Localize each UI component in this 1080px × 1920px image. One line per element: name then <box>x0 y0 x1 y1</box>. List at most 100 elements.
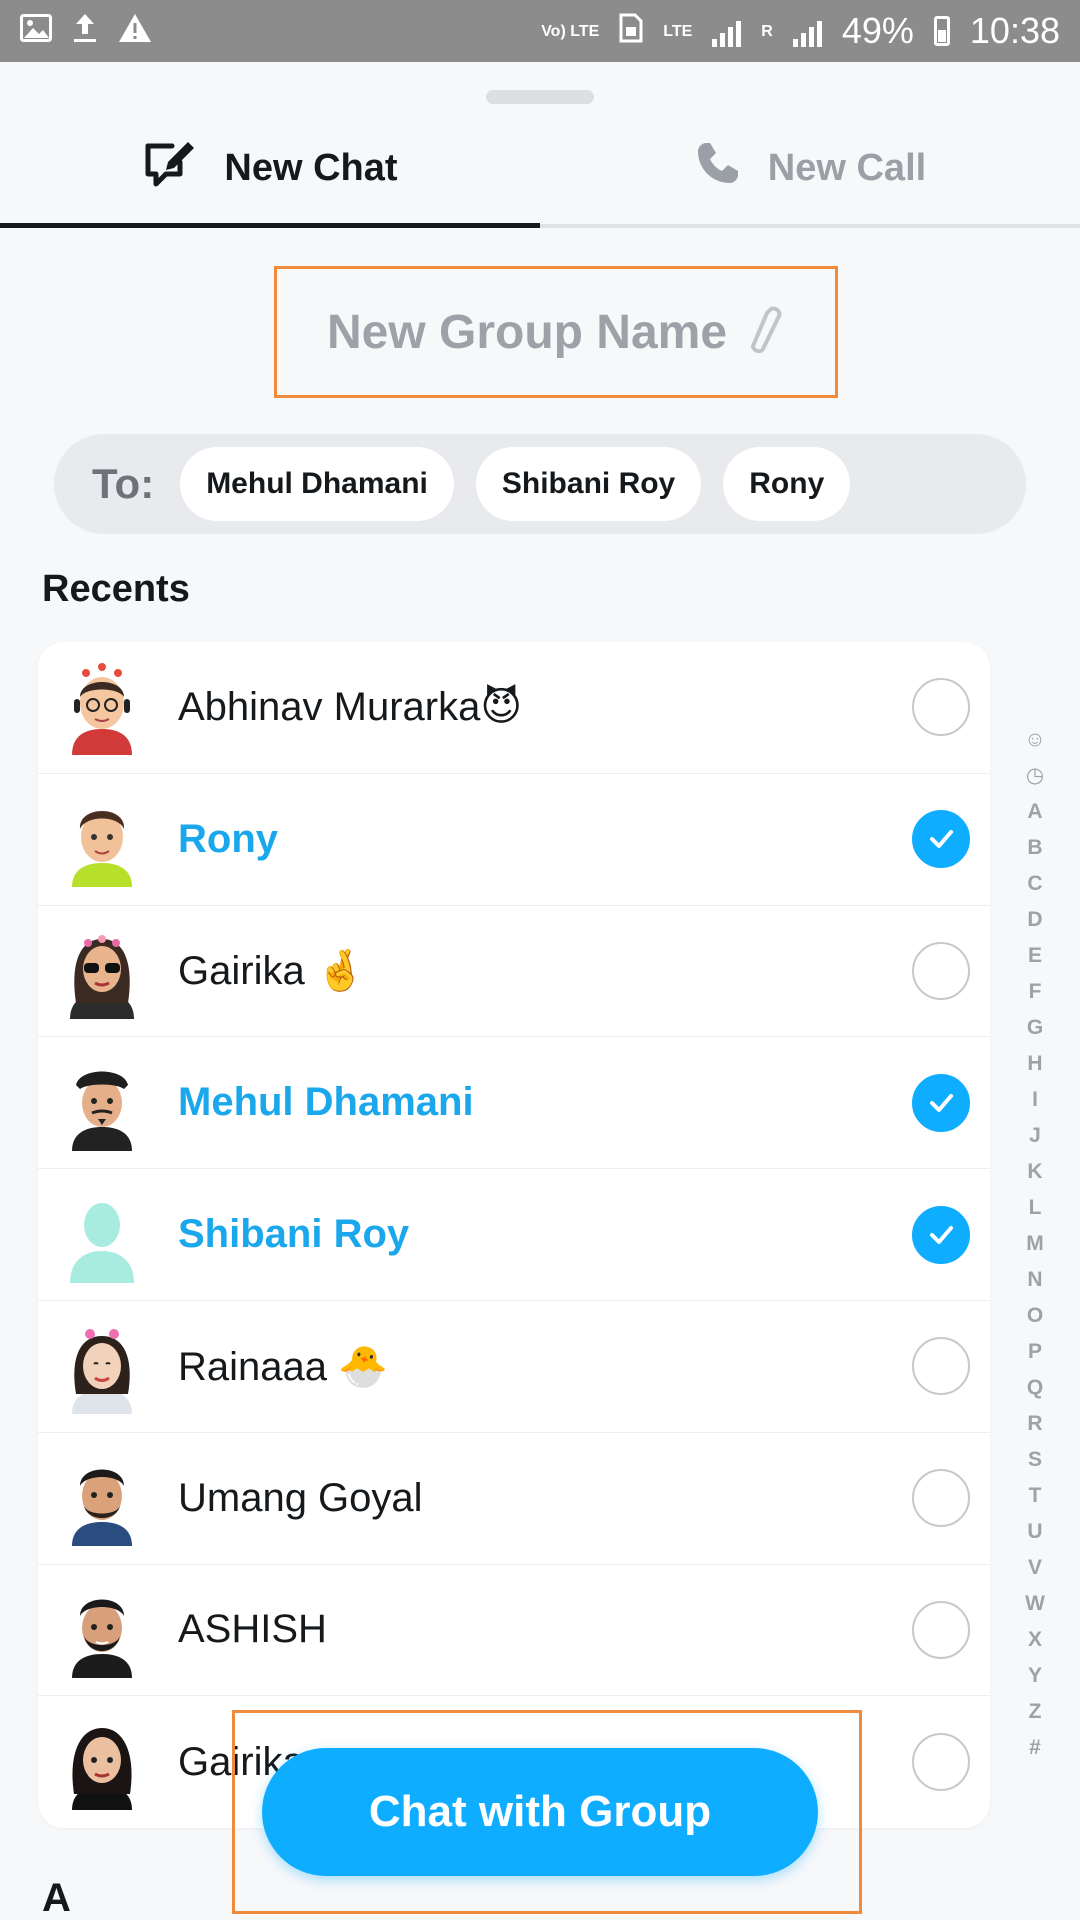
recipient-chip[interactable]: Rony <box>723 447 851 521</box>
roaming-indicator: R <box>761 22 773 40</box>
recents-list: Abhinav Murarka😈 Rony Gairika 🤞 Mehul Dh… <box>38 642 990 1828</box>
check-icon <box>930 1225 953 1244</box>
alphabet-index-letter[interactable]: C <box>1027 866 1042 902</box>
recipient-chip[interactable]: Mehul Dhamani <box>180 447 454 521</box>
volte-indicator: Vo) LTE <box>541 22 600 40</box>
new-chat-icon <box>142 138 198 198</box>
alphabet-index-letter[interactable]: G <box>1027 1010 1043 1046</box>
alphabet-index-letter[interactable]: H <box>1027 1046 1042 1082</box>
alphabet-index-letter[interactable]: A <box>1027 794 1042 830</box>
check-icon <box>930 830 953 849</box>
select-checkbox[interactable] <box>912 1469 970 1528</box>
check-icon <box>930 1093 953 1112</box>
alphabet-index-letter[interactable]: S <box>1028 1442 1042 1478</box>
contact-name: Abhinav Murarka😈 <box>178 685 523 730</box>
recipient-chip[interactable]: Shibani Roy <box>475 447 702 521</box>
upload-icon <box>72 12 98 50</box>
contact-name: Shibani Roy <box>178 1212 410 1257</box>
alphabet-index-letter[interactable]: # <box>1029 1730 1041 1766</box>
contact-name: Rainaaa 🐣 <box>178 1344 388 1389</box>
contact-name: Mehul Dhamani <box>178 1080 474 1125</box>
bitmoji-avatar <box>60 1714 144 1811</box>
select-checkbox[interactable] <box>912 1600 970 1659</box>
to-label: To: <box>92 460 155 507</box>
bitmoji-avatar <box>60 1055 144 1151</box>
contact-row[interactable]: Mehul Dhamani <box>38 1037 990 1170</box>
warning-icon <box>118 13 152 49</box>
contact-row[interactable]: Rony <box>38 774 990 906</box>
alphabet-index-letter[interactable]: O <box>1027 1298 1043 1334</box>
alphabet-index-letter[interactable]: K <box>1027 1154 1042 1190</box>
chat-with-group-button[interactable]: Chat with Group <box>262 1748 818 1876</box>
alphabet-index-letter[interactable]: F <box>1029 974 1042 1010</box>
contact-row[interactable]: Gairika 🤞 <box>38 906 990 1038</box>
recents-heading: Recents <box>42 568 190 610</box>
signal-icon <box>712 15 742 47</box>
contact-name: Umang Goyal <box>178 1475 423 1520</box>
alphabet-index-letter[interactable]: D <box>1027 902 1042 938</box>
status-bar: Vo) LTE LTE R 49% 10:38 <box>0 0 1080 62</box>
battery-percent: 49% <box>841 10 914 51</box>
alphabet-index-letter[interactable]: W <box>1025 1586 1045 1622</box>
alphabet-index-letter[interactable]: R <box>1027 1406 1042 1442</box>
contact-row[interactable]: Umang Goyal <box>38 1433 990 1565</box>
contact-row[interactable]: Shibani Roy <box>38 1169 990 1301</box>
alphabet-index-letter[interactable]: ◷ <box>1026 758 1044 794</box>
network-type: LTE <box>663 22 693 40</box>
alphabet-index-letter[interactable]: E <box>1028 938 1042 974</box>
tab-bar: New Chat New Call <box>0 108 1080 228</box>
select-checkbox[interactable] <box>912 941 970 1000</box>
alphabet-index-letter[interactable]: I <box>1032 1082 1038 1118</box>
alphabet-index-letter[interactable]: Z <box>1029 1694 1042 1730</box>
tab-new-call[interactable]: New Call <box>540 108 1080 228</box>
bitmoji-avatar <box>60 1582 144 1678</box>
image-icon <box>20 14 52 48</box>
contact-name: ASHISH <box>178 1607 327 1652</box>
alphabet-index-letter[interactable]: ☺ <box>1024 722 1045 758</box>
group-name-field[interactable]: New Group Name <box>274 266 838 398</box>
group-name-placeholder: New Group Name <box>326 305 728 359</box>
contact-row[interactable]: Rainaaa 🐣 <box>38 1301 990 1433</box>
bitmoji-avatar <box>60 1450 144 1547</box>
alphabet-index-letter[interactable]: L <box>1029 1190 1042 1226</box>
sheet-drag-handle[interactable] <box>486 90 594 104</box>
tab-new-chat[interactable]: New Chat <box>0 108 540 228</box>
phone-icon <box>694 139 742 197</box>
alphabet-index-letter[interactable]: T <box>1029 1478 1042 1514</box>
alphabet-index-letter[interactable]: Q <box>1027 1370 1043 1406</box>
signal-roaming-icon <box>792 15 822 47</box>
select-checkbox[interactable] <box>912 1073 970 1132</box>
alphabet-index-letter[interactable]: Y <box>1028 1658 1042 1694</box>
status-right-icons: Vo) LTE LTE R 49% 10:38 <box>541 10 1060 52</box>
alphabet-index-letter[interactable]: M <box>1026 1226 1044 1262</box>
tab-new-chat-label: New Chat <box>224 146 398 189</box>
select-checkbox[interactable] <box>912 1205 970 1264</box>
select-checkbox[interactable] <box>912 810 970 869</box>
battery-icon <box>933 16 950 46</box>
alphabet-index-letter[interactable]: N <box>1027 1262 1042 1298</box>
alphabet-index-letter[interactable]: X <box>1028 1622 1042 1658</box>
bitmoji-avatar <box>60 923 144 1019</box>
pencil-icon <box>745 305 785 360</box>
tab-new-call-label: New Call <box>767 146 927 189</box>
select-checkbox[interactable] <box>912 678 970 737</box>
contact-row[interactable]: Abhinav Murarka😈 <box>38 642 990 774</box>
sim-icon <box>619 13 643 49</box>
alphabet-index[interactable]: ☺ ◷ A B C D E F G H I J K L M N O P Q R S T U V W X Y Z # <box>1020 722 1050 1766</box>
alphabet-index-letter[interactable]: P <box>1028 1334 1042 1370</box>
select-checkbox[interactable] <box>912 1733 970 1792</box>
contact-name: Gairika 🤞 <box>178 949 366 994</box>
alphabet-index-letter[interactable]: V <box>1028 1550 1042 1586</box>
default-avatar <box>60 1187 144 1283</box>
alphabet-index-letter[interactable]: J <box>1029 1118 1041 1154</box>
bitmoji-avatar <box>60 1318 144 1415</box>
alphabet-index-letter[interactable]: U <box>1027 1514 1042 1550</box>
recipients-bar[interactable]: To: Mehul Dhamani Shibani Roy Rony <box>54 434 1026 534</box>
contact-row[interactable]: ASHISH <box>38 1565 990 1697</box>
select-checkbox[interactable] <box>912 1337 970 1396</box>
bitmoji-avatar <box>60 791 144 888</box>
clock: 10:38 <box>969 10 1060 51</box>
contact-name: Rony <box>178 816 278 861</box>
status-left-icons <box>20 12 152 50</box>
alphabet-index-letter[interactable]: B <box>1027 830 1042 866</box>
